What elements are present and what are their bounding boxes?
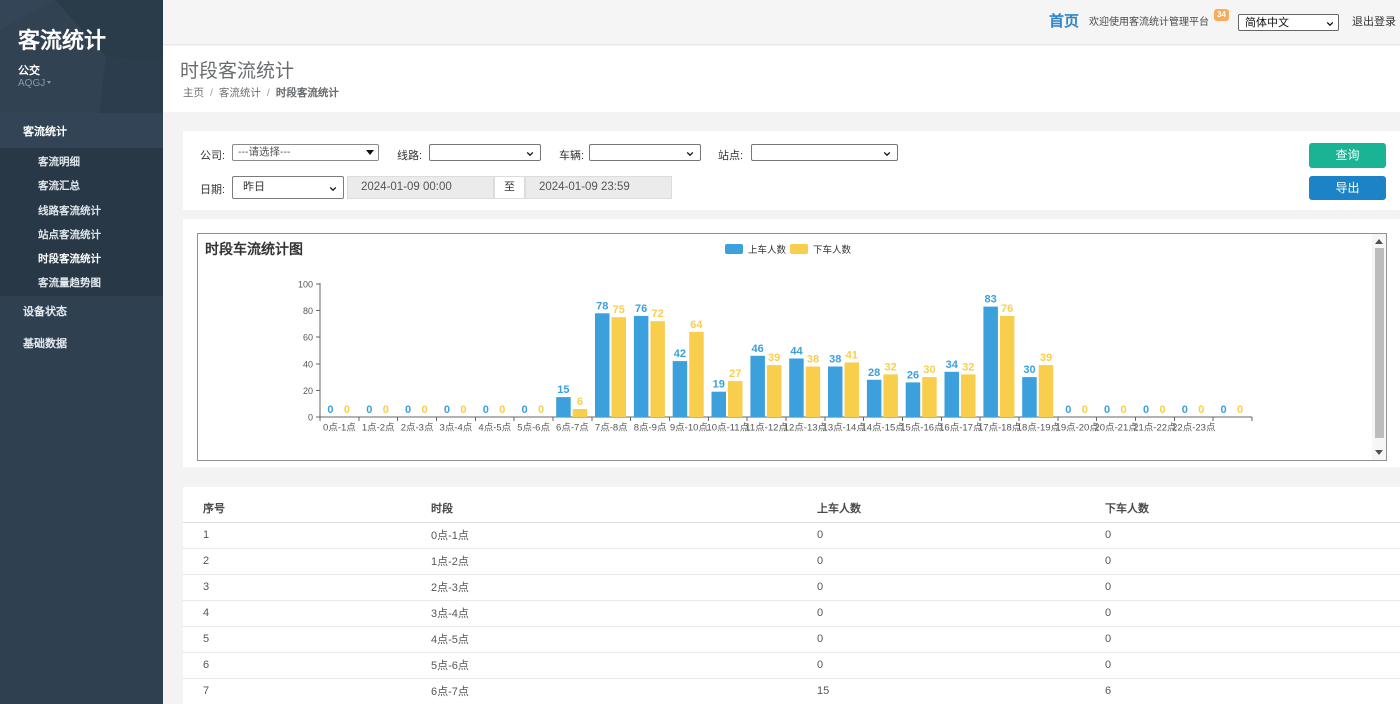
svg-text:6点-7点: 6点-7点: [556, 423, 589, 434]
svg-text:76: 76: [635, 303, 647, 315]
svg-text:0: 0: [1182, 404, 1188, 416]
svg-text:41: 41: [846, 350, 858, 362]
svg-text:0: 0: [1065, 404, 1071, 416]
svg-text:34: 34: [946, 359, 959, 371]
svg-text:0: 0: [1143, 404, 1149, 416]
svg-text:40: 40: [303, 359, 313, 369]
svg-text:0: 0: [1159, 404, 1165, 416]
svg-text:0: 0: [1221, 404, 1227, 416]
svg-text:8点-9点: 8点-9点: [634, 423, 667, 434]
svg-text:21点-22点: 21点-22点: [1133, 423, 1177, 434]
svg-text:上车人数: 上车人数: [748, 244, 787, 256]
svg-text:78: 78: [596, 300, 608, 312]
svg-text:20: 20: [303, 386, 313, 396]
svg-text:0: 0: [483, 404, 489, 416]
svg-text:5点-6点: 5点-6点: [517, 423, 550, 434]
svg-text:0: 0: [422, 404, 428, 416]
svg-text:下车人数: 下车人数: [813, 244, 852, 256]
svg-text:19点-20点: 19点-20点: [1056, 423, 1100, 434]
svg-text:28: 28: [868, 367, 880, 379]
svg-text:26: 26: [907, 369, 919, 381]
svg-text:0: 0: [1082, 404, 1088, 416]
svg-text:4点-5点: 4点-5点: [478, 423, 511, 434]
svg-text:9点-10点: 9点-10点: [670, 423, 709, 434]
svg-text:0: 0: [344, 404, 350, 416]
svg-text:0: 0: [1104, 404, 1110, 416]
svg-text:39: 39: [768, 352, 780, 364]
svg-text:38: 38: [807, 354, 819, 366]
svg-text:0: 0: [499, 404, 505, 416]
svg-text:0: 0: [460, 404, 466, 416]
svg-text:10点-11点: 10点-11点: [707, 423, 750, 434]
svg-text:76: 76: [1001, 303, 1013, 315]
svg-text:80: 80: [303, 306, 313, 316]
svg-text:100: 100: [298, 280, 313, 290]
svg-text:1点-2点: 1点-2点: [362, 423, 395, 434]
svg-text:0: 0: [327, 404, 333, 416]
svg-text:16点-17点: 16点-17点: [939, 423, 983, 434]
svg-text:0: 0: [308, 413, 313, 423]
svg-text:18点-19点: 18点-19点: [1017, 423, 1061, 434]
svg-text:0: 0: [1121, 404, 1127, 416]
svg-text:0: 0: [1198, 404, 1204, 416]
svg-text:64: 64: [690, 319, 703, 331]
svg-text:0: 0: [405, 404, 411, 416]
svg-text:13点-14点: 13点-14点: [823, 423, 867, 434]
svg-text:32: 32: [962, 361, 974, 373]
svg-text:42: 42: [674, 348, 686, 360]
svg-text:0: 0: [538, 404, 544, 416]
svg-text:32: 32: [884, 361, 896, 373]
svg-text:0: 0: [366, 404, 372, 416]
svg-text:60: 60: [303, 333, 313, 343]
svg-text:75: 75: [613, 304, 625, 316]
svg-text:20点-21点: 20点-21点: [1094, 423, 1138, 434]
svg-text:12点-13点: 12点-13点: [784, 423, 828, 434]
svg-text:83: 83: [984, 294, 996, 306]
svg-text:19: 19: [713, 379, 725, 391]
svg-text:39: 39: [1040, 352, 1052, 364]
svg-text:0: 0: [383, 404, 389, 416]
svg-text:30: 30: [1023, 364, 1035, 376]
svg-text:22点-23点: 22点-23点: [1172, 423, 1216, 434]
svg-text:27: 27: [729, 368, 741, 380]
svg-text:0: 0: [522, 404, 528, 416]
svg-text:72: 72: [651, 308, 663, 320]
svg-text:30: 30: [923, 364, 935, 376]
svg-text:2点-3点: 2点-3点: [401, 423, 434, 434]
svg-text:15: 15: [557, 384, 569, 396]
svg-text:0点-1点: 0点-1点: [323, 423, 356, 434]
svg-text:3点-4点: 3点-4点: [440, 423, 473, 434]
svg-text:17点-18点: 17点-18点: [978, 423, 1022, 434]
svg-text:7点-8点: 7点-8点: [595, 423, 628, 434]
svg-text:44: 44: [790, 346, 803, 358]
svg-text:38: 38: [829, 354, 841, 366]
svg-text:0: 0: [1237, 404, 1243, 416]
svg-text:0: 0: [444, 404, 450, 416]
svg-text:11点-12点: 11点-12点: [745, 423, 788, 434]
svg-text:15点-16点: 15点-16点: [900, 423, 944, 434]
svg-text:46: 46: [751, 343, 763, 355]
svg-text:6: 6: [577, 396, 583, 408]
svg-text:14点-15点: 14点-15点: [861, 423, 905, 434]
